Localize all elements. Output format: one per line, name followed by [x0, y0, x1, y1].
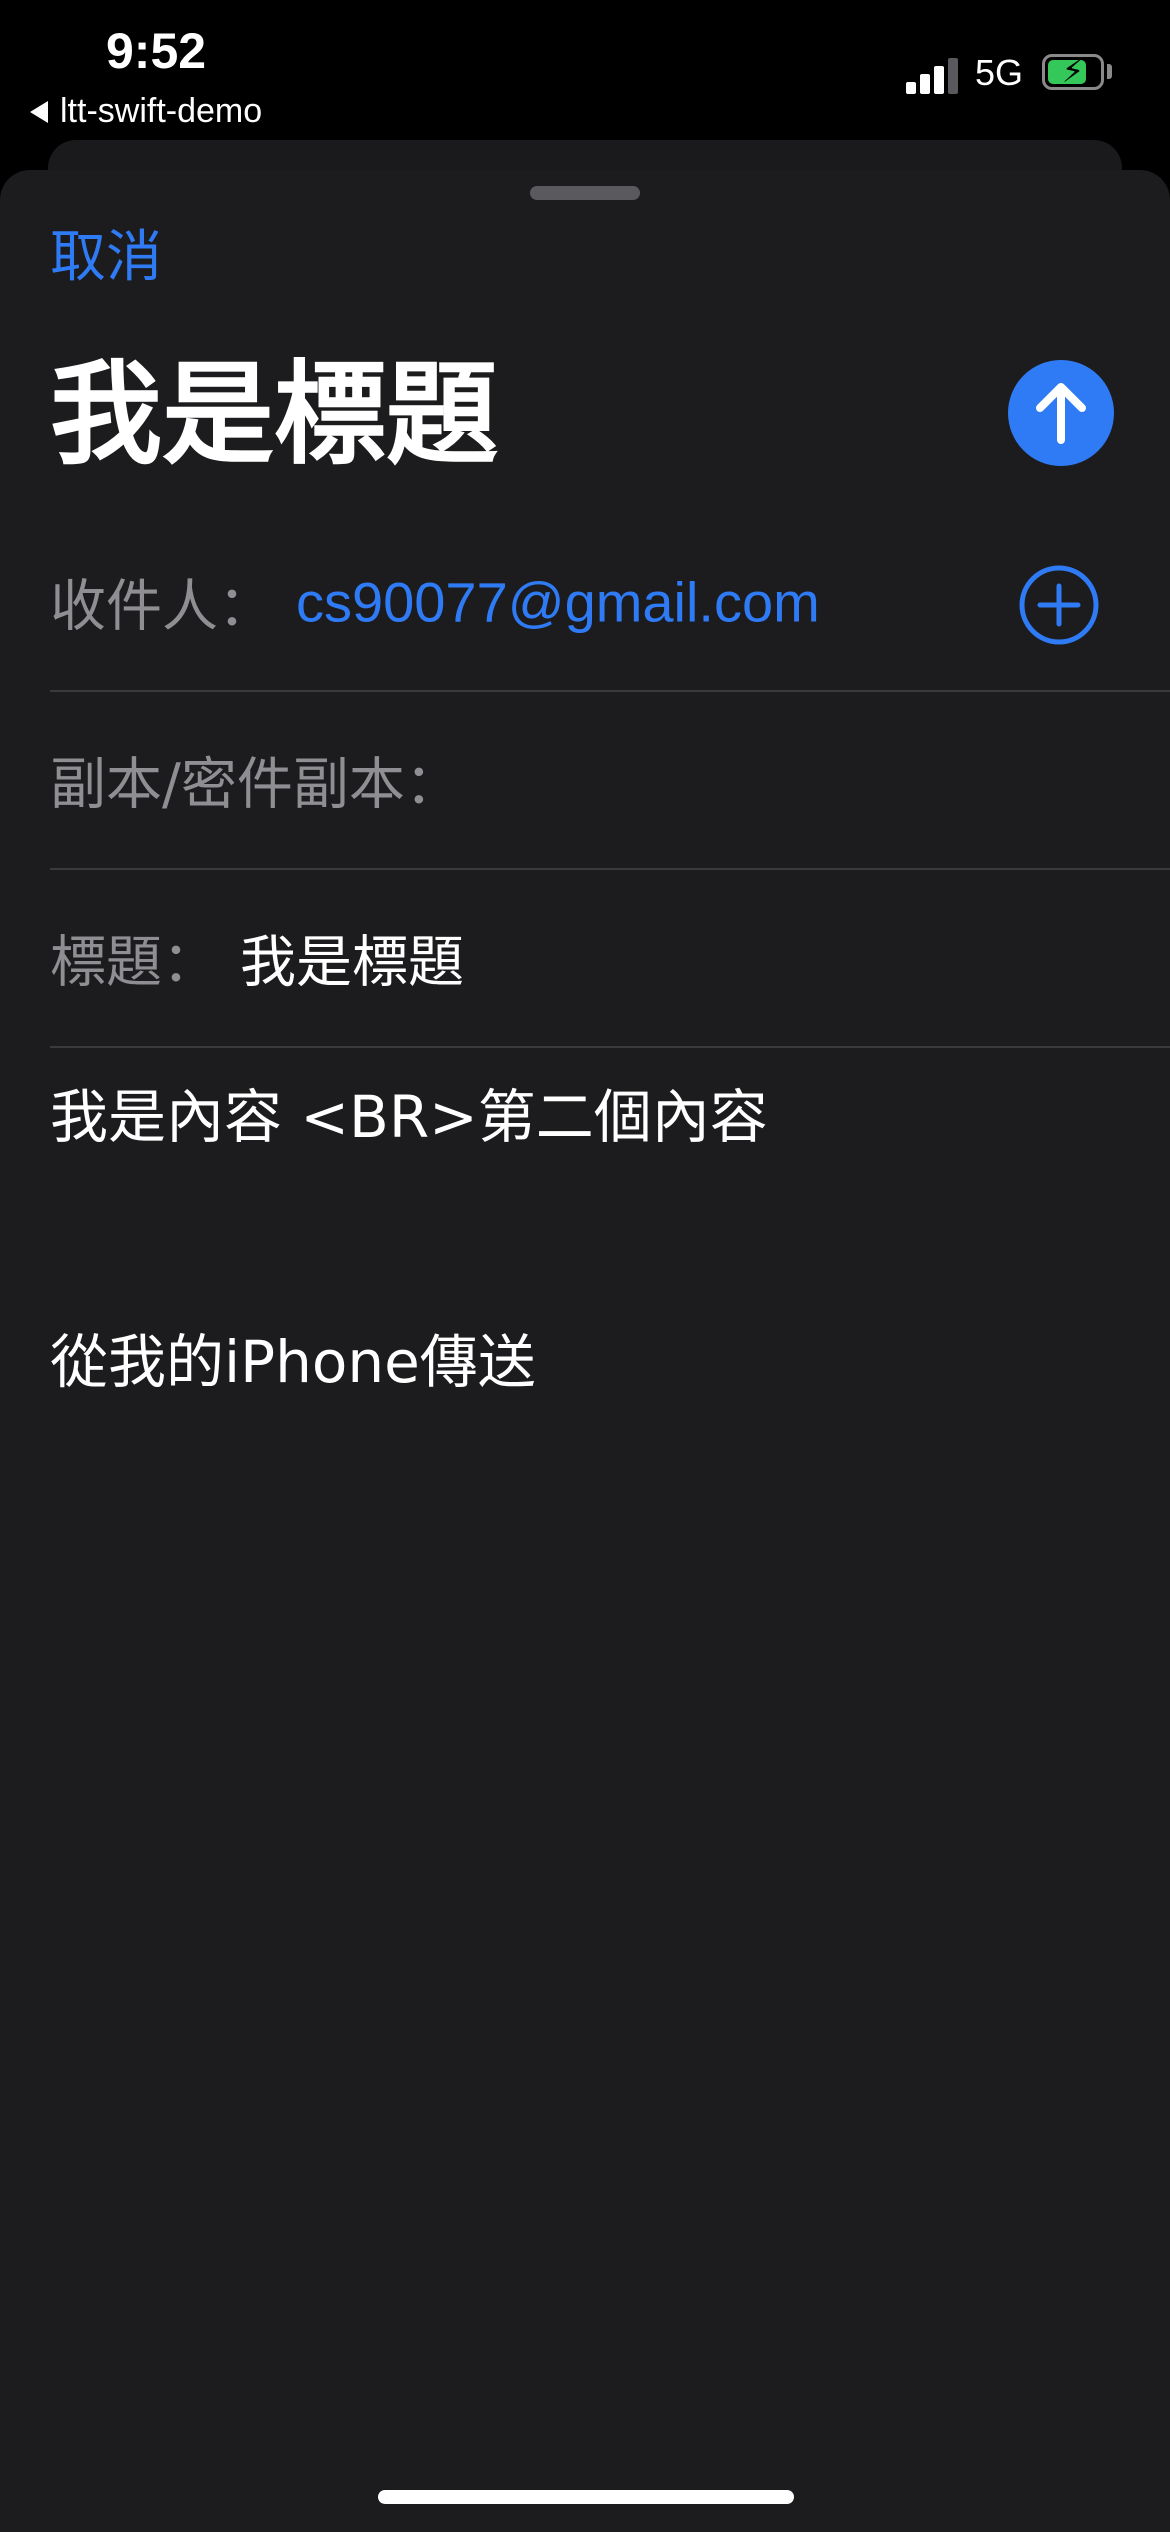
- battery-icon: ⚡: [1042, 52, 1104, 90]
- subject-label: 標題：: [50, 930, 218, 996]
- arrow-up-icon: [1036, 383, 1086, 444]
- subject-input[interactable]: 我是標題: [240, 918, 464, 999]
- compose-title: 我是標題: [50, 350, 498, 480]
- home-indicator[interactable]: [378, 2490, 794, 2504]
- back-app-label: ltt-swift-demo: [60, 92, 263, 130]
- cc-bcc-field-row[interactable]: 副本/密件副本：: [50, 692, 1170, 870]
- back-to-app-link[interactable]: ltt-swift-demo: [30, 92, 262, 131]
- subject-field-row[interactable]: 標題： 我是標題: [50, 870, 1170, 1048]
- cancel-button[interactable]: 取消: [50, 212, 162, 293]
- sheet-grabber[interactable]: [530, 186, 640, 200]
- to-field-row[interactable]: 收件人： cs90077@gmail.com: [50, 514, 1170, 692]
- cc-bcc-label: 副本/密件副本：: [50, 752, 461, 818]
- to-recipient[interactable]: cs90077@gmail.com: [296, 570, 820, 635]
- status-time: 9:52: [106, 23, 207, 79]
- signal-strength-icon: [906, 56, 960, 94]
- body-text[interactable]: 我是內容 <BR>第二個內容: [50, 1070, 768, 1154]
- battery-tip: [1107, 64, 1112, 79]
- back-triangle-icon: [30, 100, 48, 123]
- add-recipient-button[interactable]: [1018, 564, 1100, 646]
- signature-text[interactable]: 從我的iPhone傳送: [50, 1315, 536, 1399]
- to-label: 收件人：: [50, 574, 274, 640]
- send-button[interactable]: [1008, 360, 1114, 466]
- plus-circle-icon: [1019, 565, 1099, 645]
- network-type: 5G: [975, 52, 1024, 93]
- charging-bolt-icon: ⚡: [1061, 52, 1085, 90]
